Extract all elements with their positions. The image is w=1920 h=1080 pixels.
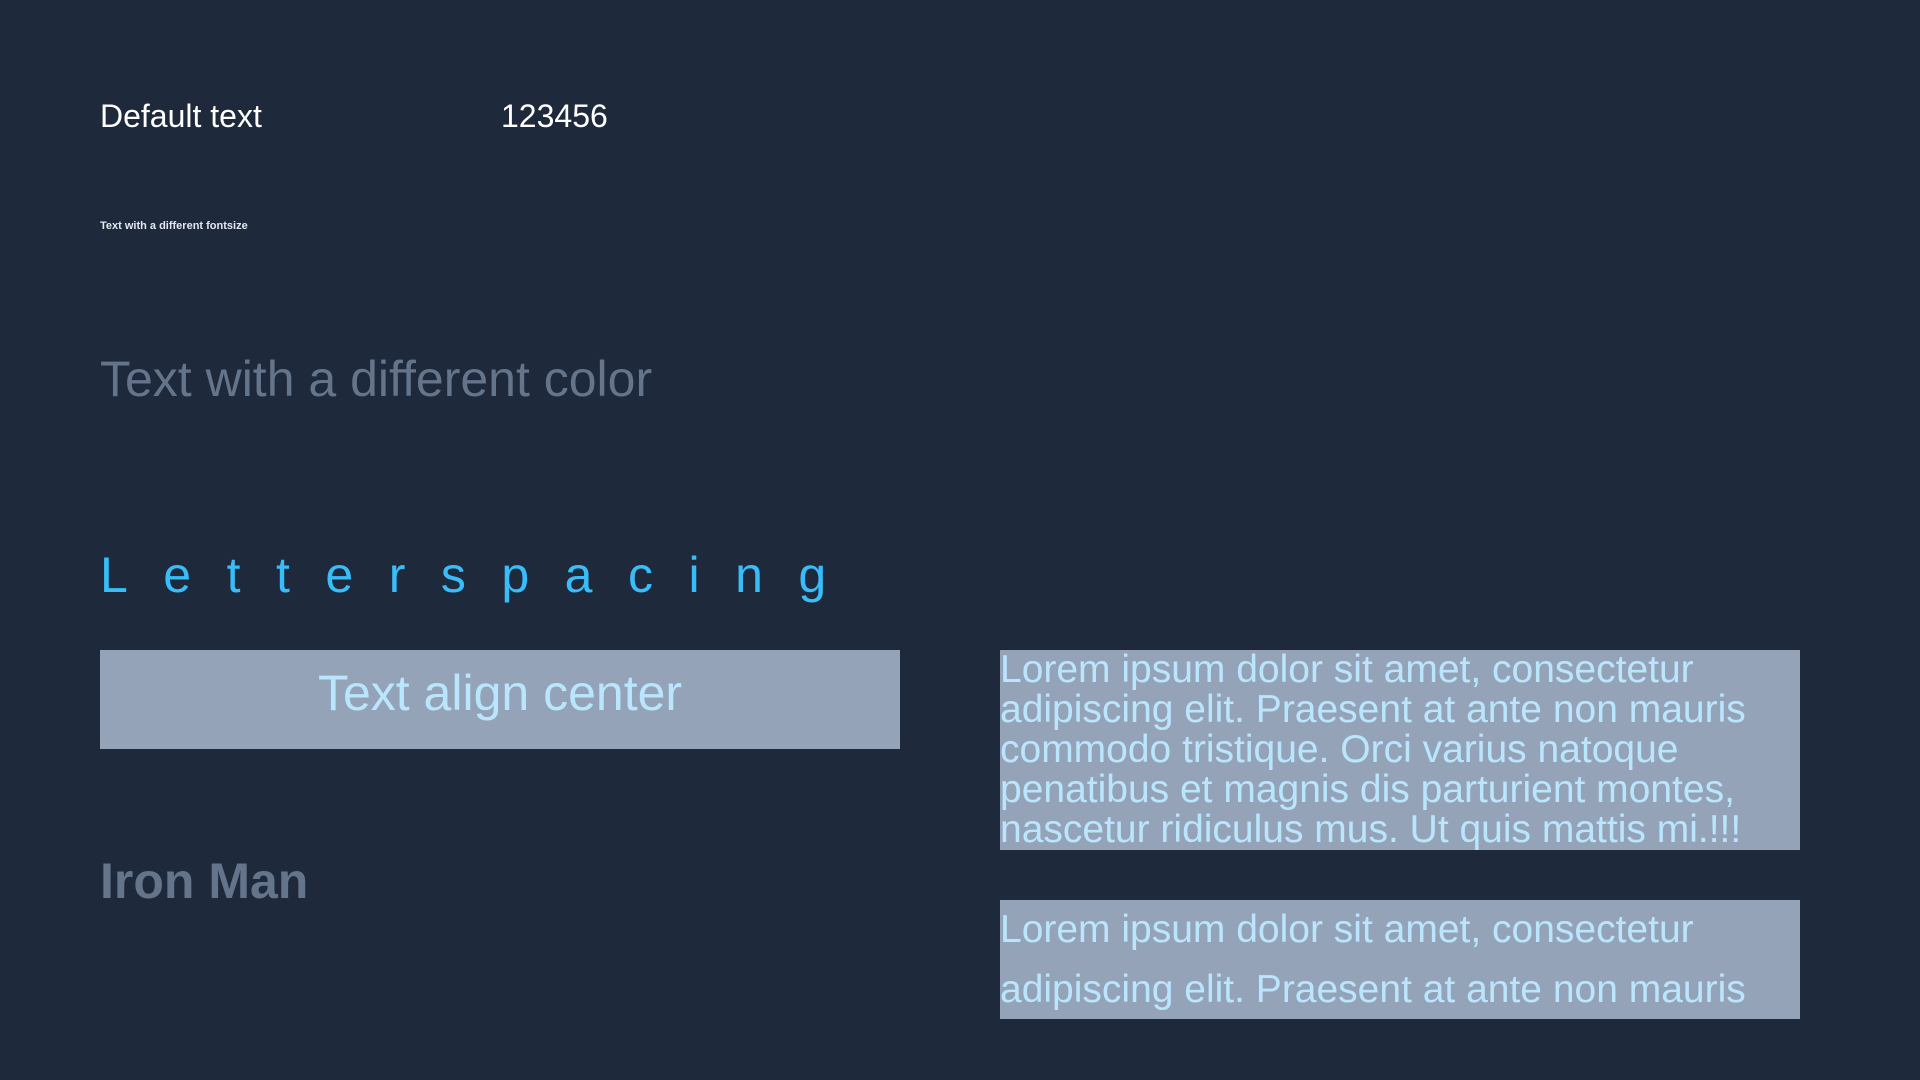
text-align-center-box: Text align center <box>100 650 900 749</box>
colored-text: Text with a different color <box>100 351 653 407</box>
iron-man-text: Iron Man <box>100 853 309 909</box>
paragraph-box: Lorem ipsum dolor sit amet, consectetur … <box>1000 650 1800 850</box>
number-text: 123456 <box>501 98 608 134</box>
paragraph-box-line-height: Lorem ipsum dolor sit amet, consectetur … <box>1000 900 1800 1019</box>
small-fontsize-text: Text with a different fontsize <box>100 220 248 232</box>
default-text: Default text <box>100 98 262 134</box>
letterspacing-text: Letterspacing <box>100 547 862 603</box>
